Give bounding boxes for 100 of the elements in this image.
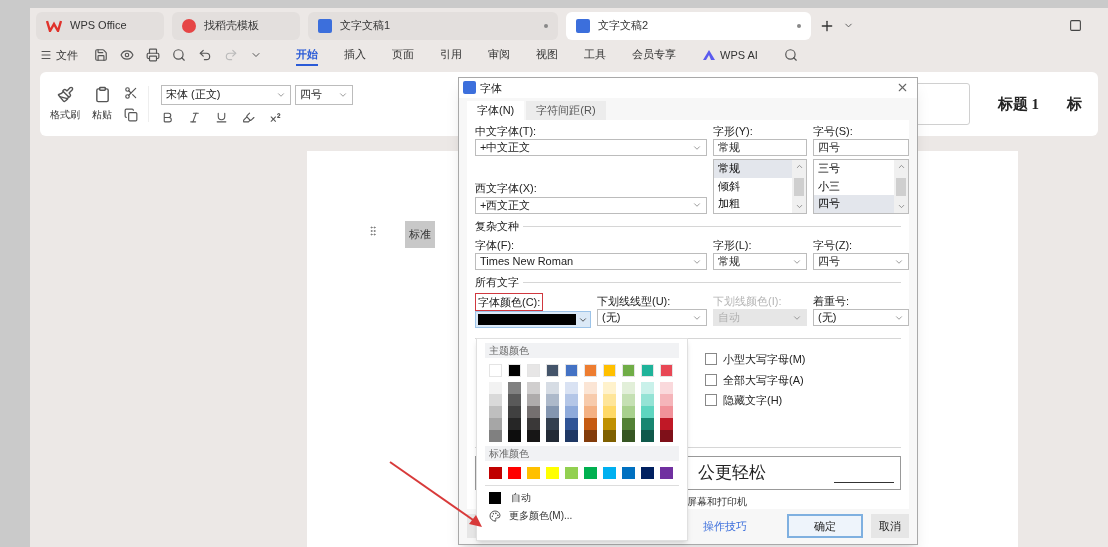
close-icon[interactable] [544,23,548,28]
search-icon[interactable] [783,48,798,62]
app-tab[interactable]: 找稻壳模板 [172,11,300,40]
ribbon-tab[interactable]: 视图 [536,44,558,66]
list-option[interactable]: 倾斜 [714,177,792,196]
color-swatch[interactable] [489,418,502,430]
western-font-dropdown[interactable]: +西文正文 [475,196,707,214]
color-swatch[interactable] [660,430,673,442]
color-swatch[interactable] [641,394,654,406]
underline-icon[interactable] [215,110,228,124]
list-option[interactable]: 加粗 [714,195,792,214]
font-style-field[interactable]: 常规 [713,139,807,156]
color-swatch[interactable] [584,394,597,406]
color-swatch[interactable] [546,467,559,479]
color-swatch[interactable] [527,406,540,418]
color-swatch[interactable] [660,382,673,394]
color-swatch[interactable] [622,406,635,418]
app-tab[interactable]: WPS Office [36,11,164,40]
color-swatch[interactable] [622,418,635,430]
color-swatch[interactable] [489,382,502,394]
tips-link[interactable]: 操作技巧 [703,518,747,535]
color-swatch[interactable] [546,430,559,442]
color-swatch[interactable] [508,430,521,442]
color-swatch[interactable] [546,406,559,418]
color-swatch[interactable] [527,430,540,442]
dialog-tab[interactable]: 字体(N) [467,100,525,120]
scrollbar[interactable] [792,160,806,213]
scroll-down-icon[interactable] [896,202,906,211]
color-swatch[interactable] [603,394,616,406]
color-swatch[interactable] [584,418,597,430]
color-swatch[interactable] [527,418,540,430]
color-swatch[interactable] [546,394,559,406]
color-swatch[interactable] [641,406,654,418]
ribbon-tab[interactable]: 页面 [392,44,414,66]
checkbox[interactable] [705,373,717,386]
color-swatch[interactable] [508,364,521,377]
color-swatch[interactable] [546,364,559,377]
superscript-icon[interactable] [269,110,282,124]
ribbon-tab[interactable]: 审阅 [488,44,510,66]
color-swatch[interactable] [622,467,635,479]
color-swatch[interactable] [565,430,578,442]
color-swatch[interactable] [584,364,597,377]
color-swatch[interactable] [489,406,502,418]
scrollbar[interactable] [894,160,908,213]
style-item[interactable]: 标 [1067,92,1082,116]
color-swatch[interactable] [508,467,521,479]
style-item[interactable]: 标题 1 [997,92,1039,116]
color-swatch[interactable] [660,394,673,406]
drag-handle-icon[interactable] [367,225,379,237]
emphasis-mark-dropdown[interactable]: (无) [813,309,909,326]
color-swatch[interactable] [489,364,502,377]
more-colors-item[interactable]: 更多颜色(M)... [485,508,679,523]
color-swatch[interactable] [641,382,654,394]
color-swatch[interactable] [584,406,597,418]
color-swatch[interactable] [527,394,540,406]
scroll-up-icon[interactable] [896,162,906,171]
color-swatch[interactable] [527,382,540,394]
color-swatch[interactable] [641,467,654,479]
color-swatch[interactable] [565,394,578,406]
underline-style-dropdown[interactable]: (无) [597,309,707,326]
chinese-font-dropdown[interactable]: +中文正文 [475,139,707,156]
color-swatch[interactable] [565,418,578,430]
ok-button[interactable]: 确定 [787,514,863,539]
font-size-dropdown[interactable]: 四号 [295,84,353,105]
color-swatch[interactable] [508,394,521,406]
color-swatch[interactable] [622,382,635,394]
ribbon-tab[interactable]: 开始 [296,44,318,66]
checkbox[interactable] [705,353,717,366]
color-swatch[interactable] [565,467,578,479]
checkbox[interactable] [705,394,717,407]
color-swatch[interactable] [603,418,616,430]
auto-color-item[interactable]: 自动 [485,490,679,505]
color-swatch[interactable] [527,364,540,377]
format-painter-button[interactable]: 格式刷 [50,86,80,122]
ribbon-tab[interactable]: 工具 [584,44,606,66]
print-preview-icon[interactable] [172,48,186,62]
complex-style-dropdown[interactable]: 常规 [713,253,807,270]
font-name-dropdown[interactable]: 宋体 (正文) [161,84,291,105]
preview-icon[interactable] [120,48,134,62]
color-swatch[interactable] [565,382,578,394]
complex-size-dropdown[interactable]: 四号 [813,253,909,270]
color-swatch[interactable] [584,382,597,394]
cut-icon[interactable] [124,86,138,100]
color-swatch[interactable] [489,394,502,406]
color-swatch[interactable] [660,364,673,377]
color-swatch[interactable] [584,467,597,479]
copy-icon[interactable] [124,108,138,122]
window-icon[interactable] [1069,19,1082,32]
color-swatch[interactable] [489,430,502,442]
color-swatch[interactable] [489,467,502,479]
list-option[interactable]: 三号 [814,160,894,178]
font-color-dropdown[interactable] [475,311,591,328]
dialog-button[interactable]: 取消 [871,514,909,539]
color-swatch[interactable] [660,418,673,430]
paste-button[interactable]: 粘贴 [92,86,112,122]
italic-icon[interactable] [188,110,201,124]
color-swatch[interactable] [603,364,616,377]
ai-button[interactable]: WPS AI [702,46,758,64]
dialog-tab[interactable]: 字符间距(R) [526,100,606,120]
color-swatch[interactable] [508,382,521,394]
